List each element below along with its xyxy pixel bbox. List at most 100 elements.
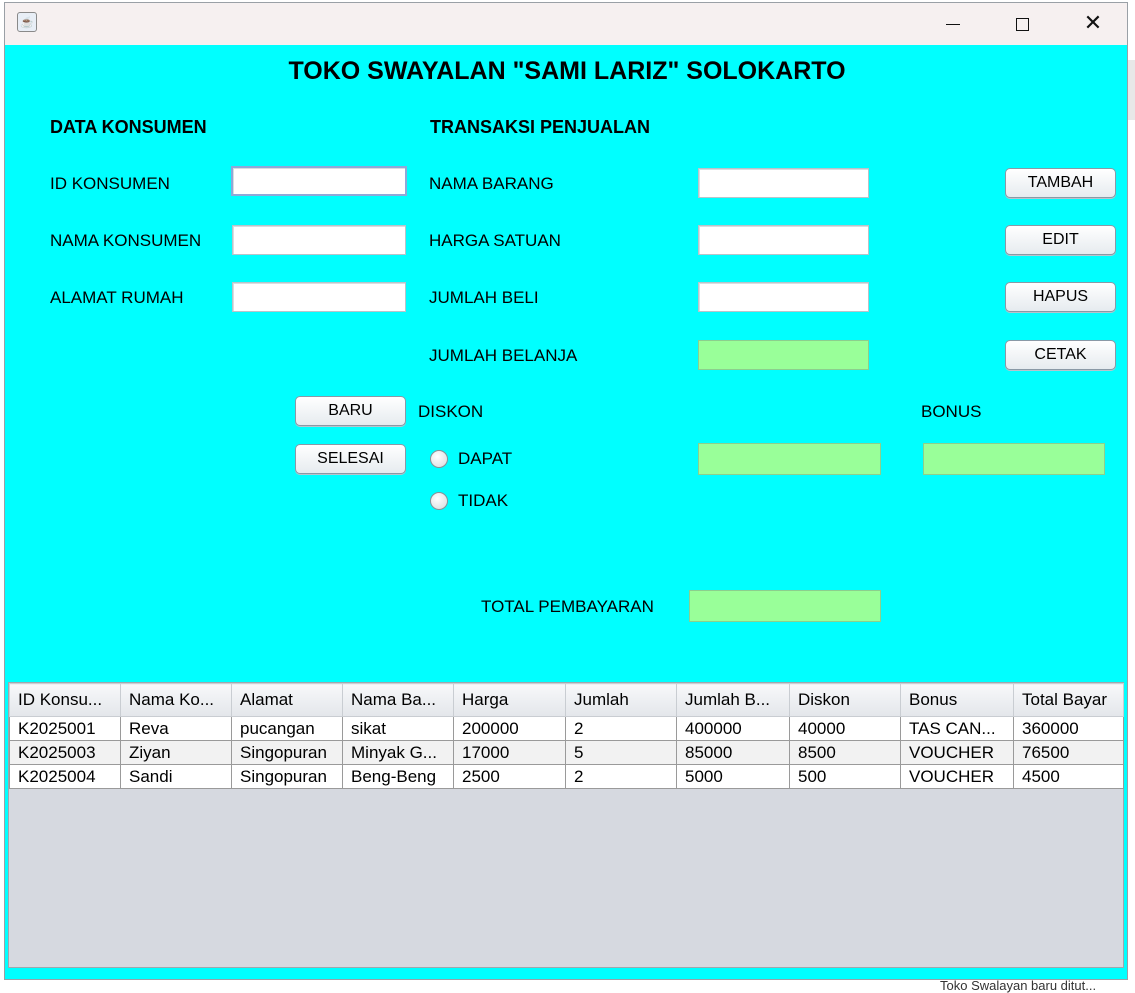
total-pembayaran-output: [690, 591, 880, 621]
column-header-alamat[interactable]: Alamat: [231, 683, 343, 717]
nama-konsumen-field[interactable]: [232, 225, 406, 255]
nama-barang-label: NAMA BARANG: [429, 174, 554, 193]
table-cell[interactable]: 2: [565, 716, 677, 741]
column-header-harga[interactable]: Harga: [453, 683, 566, 717]
table-cell[interactable]: 360000: [1013, 716, 1124, 741]
alamat-rumah-label: ALAMAT RUMAH: [50, 288, 184, 307]
table-cell[interactable]: VOUCHER: [900, 764, 1014, 789]
bonus-label: BONUS: [921, 402, 982, 421]
page-title: TOKO SWAYALAN "SAMI LARIZ" SOLOKARTO: [288, 57, 846, 85]
table-cell[interactable]: TAS CAN...: [900, 716, 1014, 741]
bonus-field: [923, 443, 1105, 475]
table-cell[interactable]: 2500: [453, 764, 566, 789]
id-konsumen-field[interactable]: [231, 166, 407, 196]
radio-circle[interactable]: [430, 450, 448, 468]
alamat-rumah-field[interactable]: [232, 282, 406, 312]
table-cell[interactable]: 17000: [453, 740, 566, 765]
jumlah-beli-input[interactable]: [699, 283, 868, 311]
table-cell[interactable]: Singopuran: [231, 740, 343, 765]
table-cell[interactable]: 5000: [676, 764, 790, 789]
table-cell[interactable]: VOUCHER: [900, 740, 1014, 765]
harga-satuan-label: HARGA SATUAN: [429, 231, 561, 250]
transaction-table-panel[interactable]: ID Konsu... Nama Ko... Alamat Nama Ba...…: [8, 682, 1124, 968]
jumlah-belanja-field: [698, 340, 869, 370]
nama-konsumen-label: NAMA KONSUMEN: [50, 231, 202, 250]
table-cell[interactable]: Reva: [120, 716, 232, 741]
table-row[interactable]: K2025001 Reva pucangan sikat 200000 2 40…: [9, 716, 1124, 741]
transaction-table[interactable]: ID Konsu... Nama Ko... Alamat Nama Ba...…: [9, 683, 1124, 789]
harga-satuan-input[interactable]: [699, 226, 868, 254]
table-cell[interactable]: Minyak G...: [342, 740, 454, 765]
table-cell[interactable]: 500: [789, 764, 901, 789]
table-cell[interactable]: sikat: [342, 716, 454, 741]
column-header-diskon[interactable]: Diskon: [789, 683, 901, 717]
maximize-icon: [1015, 17, 1029, 31]
alamat-rumah-input[interactable]: [233, 283, 405, 311]
diskon-field: [698, 443, 881, 475]
total-pembayaran-label: TOTAL PEMBAYARAN: [481, 597, 654, 616]
table-cell[interactable]: 400000: [676, 716, 790, 741]
diskon-tidak-radio[interactable]: TIDAK: [430, 491, 508, 511]
cetak-button[interactable]: CETAK: [1005, 340, 1116, 370]
jumlah-beli-label: JUMLAH BELI: [429, 288, 539, 307]
edit-button[interactable]: EDIT: [1005, 225, 1116, 255]
table-cell[interactable]: K2025003: [9, 740, 121, 765]
column-header-bonus[interactable]: Bonus: [900, 683, 1014, 717]
tambah-button[interactable]: TAMBAH: [1005, 168, 1116, 198]
table-cell[interactable]: 76500: [1013, 740, 1124, 765]
table-cell[interactable]: 200000: [453, 716, 566, 741]
diskon-dapat-radio[interactable]: DAPAT: [430, 449, 512, 469]
close-icon: ✕: [1083, 11, 1103, 36]
transaksi-heading: TRANSAKSI PENJUALAN: [430, 117, 651, 137]
table-row[interactable]: K2025003 Ziyan Singopuran Minyak G... 17…: [9, 740, 1124, 765]
table-cell[interactable]: pucangan: [231, 716, 343, 741]
app-window: ☕ ✕ TOKO SWAYALAN "SAMI LARIZ" SOLOKARTO…: [4, 2, 1128, 980]
id-konsumen-label: ID KONSUMEN: [50, 174, 170, 193]
title-bar[interactable]: ☕ ✕: [5, 3, 1127, 45]
table-cell[interactable]: 4500: [1013, 764, 1124, 789]
column-header-total-bayar[interactable]: Total Bayar: [1013, 683, 1124, 717]
diskon-label: DISKON: [418, 402, 484, 421]
table-cell[interactable]: 85000: [676, 740, 790, 765]
bonus-output: [924, 444, 1104, 474]
hapus-button[interactable]: HAPUS: [1005, 282, 1116, 312]
minimize-icon: [946, 23, 960, 25]
diskon-dapat-label: DAPAT: [458, 449, 513, 468]
diskon-output: [699, 444, 880, 474]
column-header-jumlah-belanja[interactable]: Jumlah B...: [676, 683, 790, 717]
diskon-tidak-label: TIDAK: [458, 491, 509, 510]
total-pembayaran-field: [689, 590, 881, 622]
column-header-nama[interactable]: Nama Ko...: [120, 683, 232, 717]
table-cell[interactable]: 40000: [789, 716, 901, 741]
table-row[interactable]: K2025004 Sandi Singopuran Beng-Beng 2500…: [9, 764, 1124, 789]
column-header-nama-barang[interactable]: Nama Ba...: [342, 683, 454, 717]
minimize-button[interactable]: [918, 3, 988, 45]
harga-satuan-field[interactable]: [698, 225, 869, 255]
column-header-jumlah[interactable]: Jumlah: [565, 683, 677, 717]
jumlah-belanja-output: [699, 341, 868, 369]
table-cell[interactable]: 2: [565, 764, 677, 789]
table-cell[interactable]: K2025001: [9, 716, 121, 741]
konsumen-heading: DATA KONSUMEN: [50, 117, 207, 137]
radio-circle[interactable]: [430, 492, 448, 510]
table-cell[interactable]: Ziyan: [120, 740, 232, 765]
java-cup-icon: ☕: [17, 12, 37, 32]
table-cell[interactable]: Beng-Beng: [342, 764, 454, 789]
close-button[interactable]: ✕: [1058, 3, 1128, 45]
nama-konsumen-input[interactable]: [233, 226, 405, 254]
table-cell[interactable]: K2025004: [9, 764, 121, 789]
table-header-row: ID Konsu... Nama Ko... Alamat Nama Ba...…: [9, 683, 1124, 717]
column-header-id[interactable]: ID Konsu...: [9, 683, 121, 717]
jumlah-belanja-label: JUMLAH BELANJA: [429, 346, 578, 365]
id-konsumen-input[interactable]: [233, 168, 405, 194]
selesai-button[interactable]: SELESAI: [295, 444, 406, 474]
baru-button[interactable]: BARU: [295, 396, 406, 426]
maximize-button[interactable]: [987, 3, 1057, 45]
jumlah-beli-field[interactable]: [698, 282, 869, 312]
nama-barang-input[interactable]: [699, 169, 868, 197]
table-cell[interactable]: Sandi: [120, 764, 232, 789]
table-cell[interactable]: 8500: [789, 740, 901, 765]
table-cell[interactable]: 5: [565, 740, 677, 765]
table-cell[interactable]: Singopuran: [231, 764, 343, 789]
nama-barang-field[interactable]: [698, 168, 869, 198]
